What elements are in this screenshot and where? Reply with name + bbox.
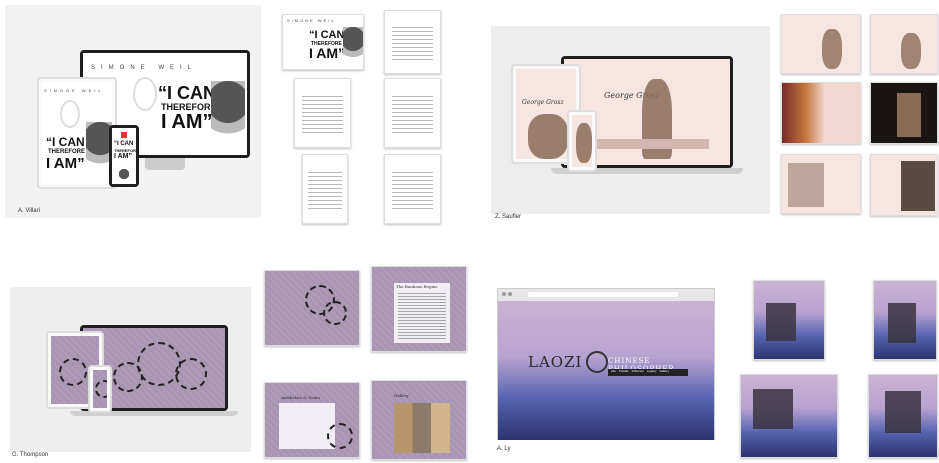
quote-line1: “I CAN	[158, 83, 216, 103]
thumb-quote3: I AM”	[309, 45, 346, 61]
ly-thumb-1[interactable]	[753, 280, 825, 360]
phone	[88, 365, 112, 413]
ly-title: LAOZI	[528, 353, 583, 371]
tablet-quote3: I AM”	[46, 155, 85, 172]
nav-life[interactable]: Life	[611, 369, 616, 376]
tablet-brand: SIMONE WEIL	[44, 88, 104, 93]
ly-nav: Life Travels Influence Legacy Gallery	[608, 369, 688, 376]
phone-quote1: “I CAN	[114, 141, 134, 147]
villari-thumb-4[interactable]	[384, 78, 441, 148]
thompson-thumb-1[interactable]	[264, 270, 360, 346]
villari-showcase: SIMONE WEIL “I CAN THEREFORE I AM” SIMON…	[5, 5, 261, 218]
tablet-title: George Grosz	[522, 99, 564, 106]
caption-thompson: G. Thompson	[12, 452, 49, 458]
saufler-thumb-3[interactable]	[781, 82, 861, 144]
ly-thumb-2[interactable]	[873, 280, 937, 360]
saufler-thumb-4[interactable]	[870, 82, 938, 144]
saufler-showcase: George Grosz George Grosz Z. Saufler	[491, 26, 770, 220]
phone	[567, 110, 597, 172]
thumb-brand: SIMONE WEIL	[287, 18, 336, 23]
ly-thumb-3[interactable]	[740, 374, 838, 458]
ly-thumb-4[interactable]	[868, 374, 938, 458]
villari-thumb-6[interactable]	[384, 154, 441, 224]
nav-legacy[interactable]: Legacy	[647, 369, 657, 376]
nav-influence[interactable]: Influence	[632, 369, 644, 376]
nav-gallery[interactable]: Gallery	[659, 369, 669, 376]
saufler-thumb-5[interactable]	[781, 154, 861, 214]
villari-thumb-3[interactable]	[294, 78, 351, 148]
portrait-illustration	[211, 81, 245, 151]
brand-text: SIMONE WEIL	[91, 65, 198, 71]
phone-quote3: I AM”	[114, 153, 133, 160]
tablet: SIMONE WEIL “I CAN THEREFORE I AM”	[37, 77, 117, 189]
quote-line2: THEREFORE	[161, 102, 217, 112]
address-bar[interactable]	[528, 292, 678, 297]
ly-hero: LAOZI CHINESE PHILOSOPHER Life Travels I…	[498, 301, 714, 440]
caption-villari: A. Villari	[18, 208, 40, 214]
aesthetics-title: Aesthetics & Gears	[281, 395, 321, 400]
caption-ly: A. Ly	[497, 446, 511, 452]
villari-thumb-2[interactable]	[384, 10, 441, 74]
bauhaus-title: The Bauhaus Begins	[396, 284, 438, 289]
caption-saufler: Z. Saufler	[495, 214, 522, 220]
saufler-thumb-6[interactable]	[870, 154, 938, 216]
thompson-showcase: G. Thompson	[10, 287, 251, 458]
thompson-thumb-2[interactable]: The Bauhaus Begins	[371, 266, 467, 352]
thompson-thumb-3[interactable]: Aesthetics & Gears	[264, 382, 360, 458]
thompson-thumb-4[interactable]: Gallery	[371, 380, 467, 460]
nav-travels[interactable]: Travels	[619, 369, 629, 376]
phone: “I CAN THEREFORE I AM”	[109, 125, 139, 187]
quote-line3: I AM”	[161, 111, 213, 133]
saufler-thumb-1[interactable]	[781, 14, 861, 74]
ly-browser: LAOZI CHINESE PHILOSOPHER Life Travels I…	[497, 288, 715, 440]
thumb-quote1: “I CAN	[309, 29, 345, 41]
villari-thumb-1[interactable]: SIMONE WEIL “I CAN THEREFORE I AM”	[282, 14, 364, 70]
monitor-stand	[145, 158, 185, 170]
villari-thumb-5[interactable]	[302, 154, 348, 224]
saufler-thumb-2[interactable]	[870, 14, 938, 74]
ly-logo-swirl	[586, 351, 608, 373]
gallery-title: Gallery	[394, 393, 409, 398]
tablet-quote1: “I CAN	[46, 135, 85, 149]
